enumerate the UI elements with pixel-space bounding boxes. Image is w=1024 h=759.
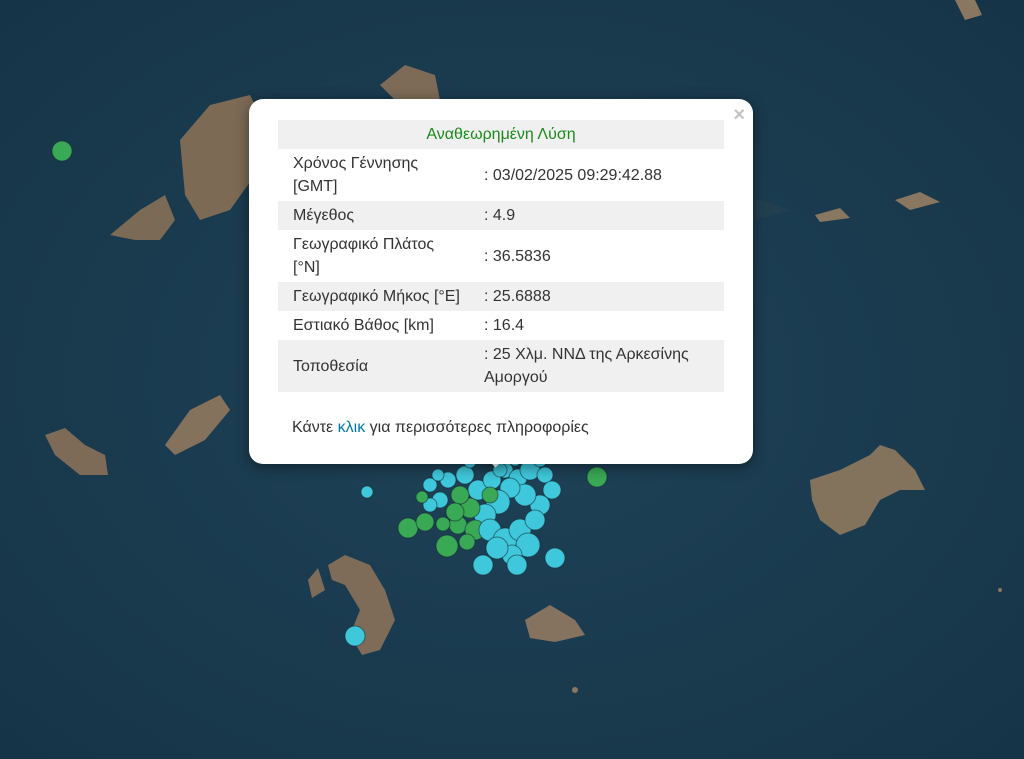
longitude-value: : 25.6888 [466,282,724,311]
magnitude-label: Μέγεθος [278,201,466,230]
earthquake-marker-green[interactable] [586,466,608,488]
more-info-prefix: Κάντε [292,419,334,436]
more-info-link[interactable]: κλικ [338,419,366,436]
earthquake-marker-cyan[interactable] [431,468,445,482]
depth-label: Εστιακό Βάθος [km] [293,317,434,334]
earthquake-marker-green[interactable] [450,485,470,505]
earthquake-marker-cyan[interactable] [360,485,374,499]
earthquake-marker-cyan[interactable] [344,625,366,647]
table-header-row: Αναθεωρημένη Λύση [278,120,724,149]
earthquake-marker-green[interactable] [415,512,435,532]
earthquake-marker-cyan[interactable] [455,465,475,485]
earthquake-marker-cyan[interactable] [485,536,509,560]
close-icon[interactable]: × [733,105,745,125]
latitude-label: Γεωγραφικό Πλάτος [°N] [293,236,435,276]
origin-time-value: : 03/02/2025 09:29:42.88 [484,166,662,184]
location-value: : 25 Χλμ. ΝΝΔ της Αρκεσίνης Αμοργού [466,340,724,392]
earthquake-marker-cyan[interactable] [524,509,546,531]
more-info-line: Κάντε κλικ για περισσότερες πληροφορίες [292,419,589,437]
earthquake-marker-green[interactable] [458,533,476,551]
solution-status: Αναθεωρημένη Λύση [278,120,724,149]
magnitude-value: : 4.9 [466,201,724,230]
earthquake-marker-green[interactable] [51,140,73,162]
earthquake-marker-cyan[interactable] [472,554,494,576]
table-row: Γεωγραφικό Μήκος [°E] : 25.6888 [278,282,724,311]
origin-time-label: Χρόνος Γέννησης [GMT] [293,155,419,195]
earthquake-info-table: Αναθεωρημένη Λύση Χρόνος Γέννησης [GMT] … [278,120,724,392]
earthquake-marker-green[interactable] [435,516,451,532]
table-row: Μέγεθος : 4.9 [278,201,724,230]
latitude-value: : 36.5836 [484,247,551,265]
table-row: Τοποθεσία : 25 Χλμ. ΝΝΔ της Αρκεσίνης Αμ… [278,340,724,392]
earthquake-marker-cyan[interactable] [536,466,554,484]
depth-value: : 16.4 [484,317,525,334]
table-row: Εστιακό Βάθος [km] : 16.4 [278,311,724,340]
table-row: Γεωγραφικό Πλάτος [°N] : 36.5836 [278,230,724,282]
location-label: Τοποθεσία [278,340,466,392]
earthquake-marker-green[interactable] [481,486,499,504]
earthquake-marker-cyan[interactable] [544,547,566,569]
earthquake-marker-green[interactable] [397,517,419,539]
earthquake-marker-green[interactable] [435,534,459,558]
table-row: Χρόνος Γέννησης [GMT] : 03/02/2025 09:29… [278,149,724,201]
earthquake-marker-green[interactable] [415,490,429,504]
earthquake-marker-green[interactable] [445,502,465,522]
more-info-suffix: για περισσότερες πληροφορίες [369,419,589,436]
longitude-label: Γεωγραφικό Μήκος [°E] [278,282,466,311]
earthquake-marker-cyan[interactable] [506,554,528,576]
earthquake-popup: × Αναθεωρημένη Λύση Χρόνος Γέννησης [GMT… [249,99,753,464]
